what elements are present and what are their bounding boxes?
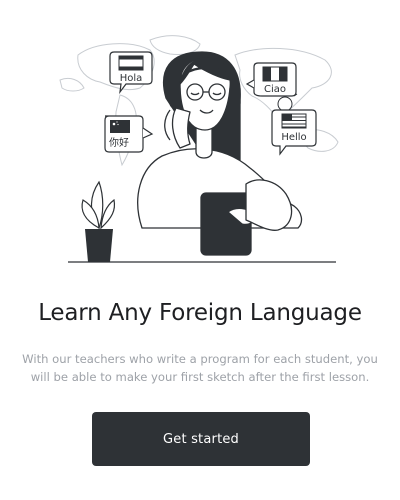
china-flag-icon [110, 120, 130, 133]
onboarding-title: Learn Any Foreign Language [38, 300, 362, 326]
italy-flag-icon [262, 66, 288, 82]
bubble-label-hola: Hola [120, 73, 143, 84]
bubble-label-hello: Hello [281, 132, 306, 143]
spain-flag-icon [118, 55, 144, 71]
speech-bubble-hola: Hola [109, 51, 153, 95]
hero-illustration: Hola Ciao 你好 Hello [0, 0, 400, 275]
potted-plant-icon [81, 180, 116, 262]
usa-flag-icon [281, 113, 307, 129]
get-started-button[interactable]: Get started [92, 412, 310, 466]
bubble-label-ciao: Ciao [264, 84, 286, 95]
speech-bubble-hello: Hello [271, 109, 317, 156]
speech-bubble-ciao: Ciao [245, 62, 297, 97]
speech-bubble-nihao: 你好 [104, 115, 154, 153]
bubble-label-nihao: 你好 [109, 136, 129, 149]
onboarding-description: With our teachers who write a program fo… [22, 352, 378, 384]
